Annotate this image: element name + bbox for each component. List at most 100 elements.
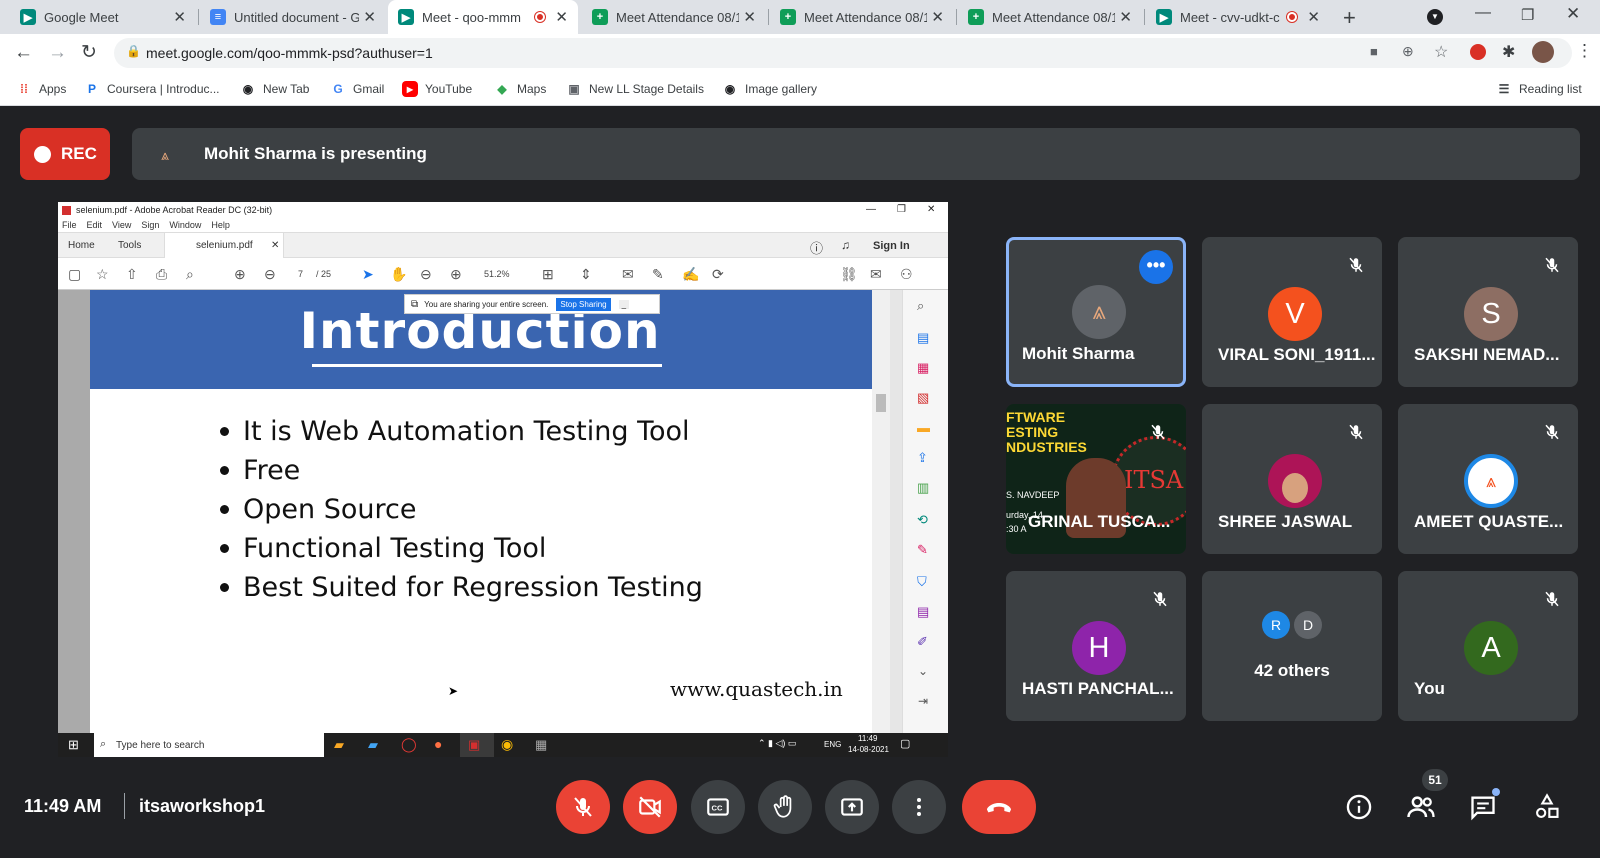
close-tab-icon[interactable]: ✕ — [931, 8, 944, 26]
add-user-icon[interactable]: ⚇ — [900, 266, 913, 283]
others-tile[interactable]: R D 42 others — [1202, 571, 1382, 721]
file-explorer-icon[interactable]: ▰ — [334, 737, 344, 753]
tab-meet-attendance-3[interactable]: + Meet Attendance 08/1 ✕ — [958, 0, 1142, 34]
draw-icon[interactable]: ✐ — [917, 634, 928, 650]
bookmark-apps[interactable]: ⁞⁞ Apps — [16, 81, 66, 97]
bookmark-image-gallery[interactable]: ◉ Image gallery — [722, 81, 817, 97]
bookmark-coursera[interactable]: P Coursera | Introduc... — [84, 81, 220, 97]
bookmark-youtube[interactable]: ▶ YouTube — [402, 81, 472, 97]
chevron-down-icon[interactable]: ⌄ — [918, 664, 928, 678]
chrome-menu-icon[interactable]: ⋮ — [1576, 41, 1593, 61]
comment-tool-icon[interactable]: ▬ — [917, 420, 930, 435]
participant-tile-self[interactable]: A You — [1398, 571, 1578, 721]
close-tab-icon[interactable]: ✕ — [743, 8, 756, 26]
camera-toggle-button[interactable] — [623, 780, 677, 834]
tab-meet-attendance-2[interactable]: + Meet Attendance 08/1 ✕ — [770, 0, 954, 34]
tab-google-meet[interactable]: ▶ Google Meet ✕ — [10, 0, 196, 34]
activities-button[interactable] — [1530, 790, 1564, 824]
zoom-level[interactable]: 51.2% — [484, 269, 510, 279]
menu-help[interactable]: Help — [211, 220, 230, 230]
link-icon[interactable]: ⛓ — [840, 266, 858, 283]
sign-in-link[interactable]: Sign In — [873, 240, 910, 252]
menu-file[interactable]: File — [62, 220, 77, 230]
participant-tile[interactable]: H HASTI PANCHAL... — [1006, 571, 1186, 721]
tab-meet-attendance-1[interactable]: + Meet Attendance 08/1 ✕ — [582, 0, 766, 34]
windows-start-icon[interactable]: ⊞ — [68, 737, 79, 753]
participant-tile[interactable]: ⩓ AMEET QUASTE... — [1398, 404, 1578, 554]
back-button[interactable]: ← — [14, 42, 33, 64]
search-icon[interactable]: ⌕ — [917, 298, 924, 314]
page-number-input[interactable]: 7 — [298, 269, 303, 279]
reload-button[interactable]: ↻ — [81, 41, 97, 64]
mail-icon[interactable]: ✉ — [870, 266, 882, 283]
chrome-taskbar-icon[interactable]: ◉ — [501, 736, 513, 753]
export-pdf-icon[interactable]: ▤ — [917, 330, 929, 346]
fit-page-icon[interactable]: ⊞ — [542, 266, 554, 283]
close-tab-icon[interactable]: ✕ — [555, 8, 568, 26]
spreadsheet-tool-icon[interactable]: ▥ — [917, 480, 929, 496]
next-page-icon[interactable]: ⊖ — [264, 266, 276, 283]
participant-tile[interactable]: V VIRAL SONI_1911... — [1202, 237, 1382, 387]
acrobat-tab-home[interactable]: Home — [68, 240, 95, 251]
app-icon[interactable]: ▦ — [535, 737, 547, 753]
menu-edit[interactable]: Edit — [87, 220, 103, 230]
acrobat-close-icon[interactable]: ✕ — [927, 204, 935, 215]
menu-window[interactable]: Window — [169, 220, 201, 230]
profile-avatar[interactable] — [1532, 41, 1554, 63]
meeting-details-button[interactable] — [1342, 790, 1376, 824]
close-tab-icon[interactable]: ✕ — [1307, 8, 1320, 26]
upload-icon[interactable]: ⇧ — [126, 266, 138, 283]
zoom-search-icon[interactable]: ⌕ — [186, 266, 194, 283]
taskbar-search[interactable]: ⌕ Type here to search — [94, 733, 324, 757]
hand-tool-icon[interactable]: ✋ — [390, 266, 407, 283]
acrobat-maximize-icon[interactable]: ❐ — [897, 204, 906, 215]
extension-icon[interactable] — [1470, 44, 1486, 60]
star-icon[interactable]: ☆ — [96, 266, 109, 283]
present-now-button[interactable] — [825, 780, 879, 834]
participant-tile[interactable]: SHREE JASWAL — [1202, 404, 1382, 554]
firefox-icon[interactable]: ● — [434, 736, 442, 752]
extensions-puzzle-icon[interactable]: ✱ — [1502, 42, 1515, 62]
bookmark-gmail[interactable]: G Gmail — [330, 81, 384, 97]
new-tab-button[interactable]: + — [1343, 5, 1356, 31]
stop-sharing-button[interactable]: Stop Sharing — [556, 297, 611, 311]
microphone-toggle-button[interactable] — [556, 780, 610, 834]
raise-hand-button[interactable] — [758, 780, 812, 834]
hide-notification-button[interactable]: _ — [618, 299, 630, 309]
more-options-button[interactable] — [892, 780, 946, 834]
tray-language[interactable]: ENG — [824, 740, 841, 749]
more-options-icon[interactable]: ••• — [1139, 250, 1173, 284]
zoom-in-icon[interactable]: ⊕ — [450, 266, 462, 283]
acrobat-minimize-icon[interactable]: — — [866, 204, 876, 215]
menu-view[interactable]: View — [112, 220, 131, 230]
participants-button[interactable] — [1404, 790, 1438, 824]
zoom-icon[interactable]: ⊕ — [1402, 43, 1414, 60]
chat-button[interactable] — [1466, 788, 1500, 824]
participant-tile[interactable]: S SAKSHI NEMAD... — [1398, 237, 1578, 387]
bookmark-new-tab[interactable]: ◉ New Tab — [240, 81, 310, 97]
print-icon[interactable]: ⎙ — [156, 266, 167, 283]
collapse-pane-icon[interactable]: ⇥ — [918, 694, 928, 708]
bookmark-star-icon[interactable]: ☆ — [1434, 42, 1448, 62]
bell-icon[interactable]: ♫ — [841, 238, 850, 252]
protect-icon[interactable]: ⛉ — [917, 574, 927, 590]
prev-page-icon[interactable]: ⊕ — [234, 266, 246, 283]
highlight-icon[interactable]: ✎ — [652, 266, 664, 283]
close-tab-icon[interactable]: ✕ — [1119, 8, 1132, 26]
scroll-mode-icon[interactable]: ⇕ — [580, 266, 592, 283]
maximize-button[interactable]: ❐ — [1521, 6, 1534, 24]
create-pdf-icon[interactable]: ▧ — [917, 390, 929, 406]
help-icon[interactable]: ⓘ — [810, 238, 823, 257]
notification-icon[interactable]: ▢ — [900, 737, 910, 750]
acrobat-taskbar-icon[interactable]: ▣ — [468, 737, 480, 753]
participant-tile-video[interactable]: ITSA FTWARE ESTING NDUSTRIES S. NAVDEEP … — [1006, 404, 1186, 554]
enhance-icon[interactable]: ⟲ — [917, 512, 928, 528]
more-tools-icon[interactable]: ⟳ — [712, 266, 724, 283]
select-cursor-icon[interactable]: ➤ — [362, 266, 374, 283]
close-tab-icon[interactable]: ✕ — [173, 8, 186, 26]
zoom-out-icon[interactable]: ⊖ — [420, 266, 432, 283]
fill-sign-icon[interactable]: ✎ — [917, 542, 928, 558]
participant-tile-presenter[interactable]: ⩓ ••• Mohit Sharma — [1006, 237, 1186, 387]
address-bar[interactable]: 🔒 meet.google.com/qoo-mmmk-psd?authuser=… — [114, 38, 1572, 68]
close-tab-icon[interactable]: ✕ — [363, 8, 376, 26]
